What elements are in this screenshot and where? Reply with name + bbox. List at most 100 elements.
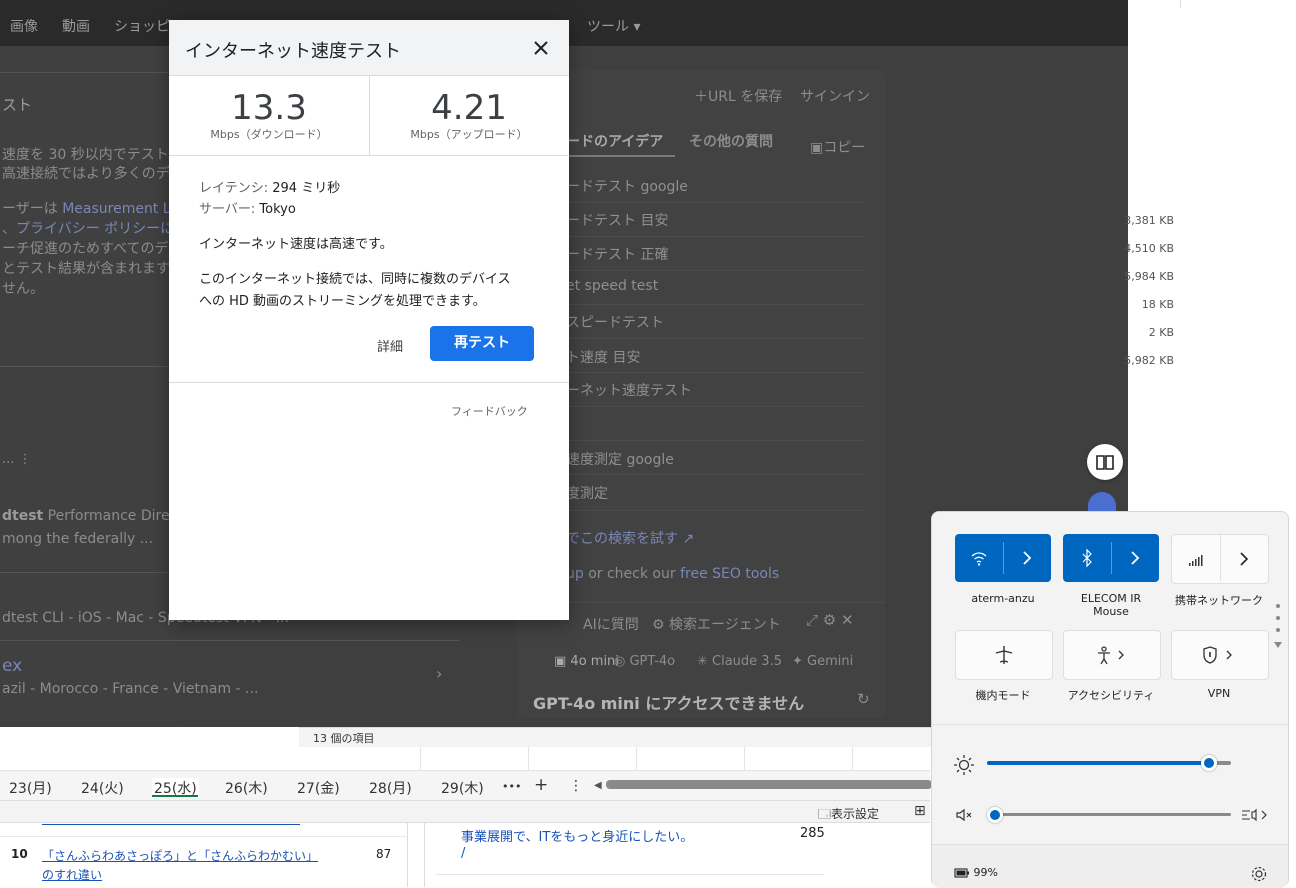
model-claude[interactable]: ✳ Claude 3.5: [697, 654, 782, 669]
tab-keyword-ideas[interactable]: ードのアイデア: [566, 131, 663, 151]
download-speed: 13.3: [231, 88, 307, 128]
grid-view-icon[interactable]: ⊞: [914, 803, 926, 819]
brightness-slider[interactable]: [987, 755, 1231, 771]
result-snippet: dtest Performance Director: [2, 508, 198, 524]
upload-speed: 4.21: [431, 88, 507, 128]
airplane-mode-toggle[interactable]: [955, 630, 1053, 680]
sheet-menu-button[interactable]: ⋮: [569, 778, 583, 794]
model-gemini[interactable]: ✦ Gemini: [792, 654, 853, 669]
item-count: 13 個の項目: [313, 732, 375, 745]
brightness-icon: [954, 755, 974, 775]
result-heading: スト: [2, 96, 33, 114]
extension-avatar-icon[interactable]: [1088, 492, 1116, 512]
result-text: ーチ促進のためすべてのデ: [2, 241, 169, 257]
suggestion-item[interactable]: et speed test: [566, 278, 658, 294]
accessibility-label: アクセシビリティ: [1067, 689, 1155, 702]
book-icon: [1096, 455, 1114, 470]
details-button[interactable]: 詳細: [377, 336, 403, 355]
sheet-tab[interactable]: 28(月): [369, 778, 412, 798]
horizontal-scrollbar[interactable]: [606, 780, 932, 789]
result-snippet: azil - Morocco - France - Vietnam - ...: [2, 681, 259, 697]
result-text: 速度を 30 秒以内でテストし: [2, 147, 183, 163]
speed-verdict: インターネット速度は高速です。: [199, 237, 393, 252]
chevron-right-icon[interactable]: [1003, 534, 1051, 582]
accessibility-toggle[interactable]: [1063, 630, 1161, 680]
wifi-icon: [971, 552, 987, 566]
nav-videos[interactable]: 動画: [62, 16, 90, 36]
scroll-left-icon[interactable]: ◀: [594, 780, 602, 791]
chevron-right-icon[interactable]: [1111, 534, 1159, 582]
nav-tools[interactable]: ツール ▾: [587, 16, 640, 36]
wifi-toggle[interactable]: [955, 534, 1051, 582]
latency-row: レイテンシ: 294 ミリ秒: [199, 181, 341, 196]
sheet-tab[interactable]: 23(月): [9, 778, 52, 798]
result-link[interactable]: ex: [2, 656, 22, 676]
reading-view-button[interactable]: [1087, 444, 1123, 480]
row-value: 285: [800, 826, 825, 841]
dialog-header: インターネット速度テスト: [169, 20, 569, 76]
file-size: 5,982 KB: [1124, 354, 1174, 367]
model-4o-mini[interactable]: ▣ 4o mini: [554, 654, 619, 669]
battery-status[interactable]: 99%: [954, 866, 998, 879]
feedback-link[interactable]: フィードバック: [451, 403, 528, 419]
cellular-toggle[interactable]: [1171, 534, 1269, 584]
quick-settings-panel: aterm-anzu ELECOM IR Mouse 携帯ネットワーク 機内モード: [931, 511, 1289, 888]
try-search-link[interactable]: でこの検索を試す ↗: [566, 528, 694, 548]
upload-unit: Mbps（アップロード）: [410, 128, 528, 141]
file-size: 5,984 KB: [1124, 270, 1174, 283]
close-button[interactable]: [529, 36, 553, 60]
privacy-policy-link[interactable]: 、プライバシー ポリシーに: [2, 218, 174, 238]
volume-muted-icon[interactable]: [952, 803, 976, 827]
bluetooth-toggle[interactable]: [1063, 534, 1159, 582]
sheet-tab[interactable]: 29(木): [441, 778, 484, 798]
article-link[interactable]: 「さんふらわあさっぽろ」と「さんふらわかむい」: [42, 847, 318, 864]
cellular-signal-icon: [1189, 555, 1203, 566]
slider-thumb[interactable]: [987, 807, 1003, 823]
suggestion-item[interactable]: 速度測定 google: [566, 449, 674, 469]
sheet-tab[interactable]: 26(木): [225, 778, 268, 798]
audio-output-icon[interactable]: [1240, 803, 1270, 827]
chevron-right-icon[interactable]: [1220, 535, 1268, 583]
sheet-tab[interactable]: 27(金): [297, 778, 340, 798]
seo-tools-link[interactable]: free SEO tools: [680, 566, 779, 582]
page-indicator[interactable]: [1274, 602, 1282, 652]
article-link-cont[interactable]: のすれ違い: [42, 866, 102, 883]
chevron-right-icon[interactable]: ›: [436, 664, 442, 683]
suggestion-item[interactable]: ードテスト google: [566, 176, 688, 196]
search-agent-tab[interactable]: ⚙ 検索エージェント: [652, 614, 781, 634]
more-options-icon[interactable]: ... ⋮: [2, 452, 32, 467]
link-slash[interactable]: /: [461, 846, 465, 861]
add-sheet-button[interactable]: +: [534, 775, 548, 795]
nav-shopping[interactable]: ショッピ: [114, 16, 170, 36]
suggestion-item[interactable]: ト速度 目安: [566, 347, 640, 367]
bluetooth-icon: [1082, 548, 1092, 568]
refresh-icon[interactable]: ↻: [857, 690, 870, 708]
download-unit: Mbps（ダウンロード）: [210, 128, 328, 141]
volume-slider[interactable]: [987, 807, 1231, 823]
suggestion-item[interactable]: スピードテスト: [566, 312, 664, 332]
slider-thumb[interactable]: [1201, 755, 1218, 771]
ai-ask-tab[interactable]: AIに質問: [583, 614, 639, 634]
file-explorer-panel: [1128, 0, 1296, 510]
nav-images[interactable]: 画像: [10, 16, 38, 36]
settings-icon[interactable]: ⤢ ⚙ ✕: [806, 611, 854, 629]
save-url-button[interactable]: ＋URL を保存: [694, 86, 782, 106]
sheet-tab[interactable]: 24(火): [81, 778, 124, 798]
vpn-shield-icon: [1203, 646, 1232, 664]
suggestion-item[interactable]: ードテスト 正確: [566, 244, 668, 264]
model-gpt-4o[interactable]: ◎ GPT-4o: [614, 654, 675, 669]
settings-gear-icon[interactable]: [1250, 865, 1268, 883]
suggestion-item[interactable]: ーネット速度テスト: [566, 380, 692, 400]
suggestion-item[interactable]: 度測定: [566, 483, 608, 503]
accessibility-icon: [1098, 646, 1124, 665]
tab-more-questions[interactable]: その他の質問: [689, 131, 773, 151]
more-tabs-button[interactable]: •••: [502, 780, 521, 793]
retest-button[interactable]: 再テスト: [430, 326, 534, 361]
speed-test-dialog: インターネット速度テスト 13.3 Mbps（ダウンロード） 4.21 Mbps…: [169, 20, 569, 620]
article-link[interactable]: 事業展開で、ITをもっと身近にしたい。: [461, 826, 693, 845]
suggestion-item[interactable]: ードテスト 目安: [566, 210, 668, 230]
copy-button[interactable]: ▣コピー: [810, 137, 865, 157]
vpn-toggle[interactable]: [1171, 630, 1269, 680]
sign-in-link[interactable]: サインイン: [800, 86, 870, 106]
vpn-label: VPN: [1207, 687, 1231, 700]
